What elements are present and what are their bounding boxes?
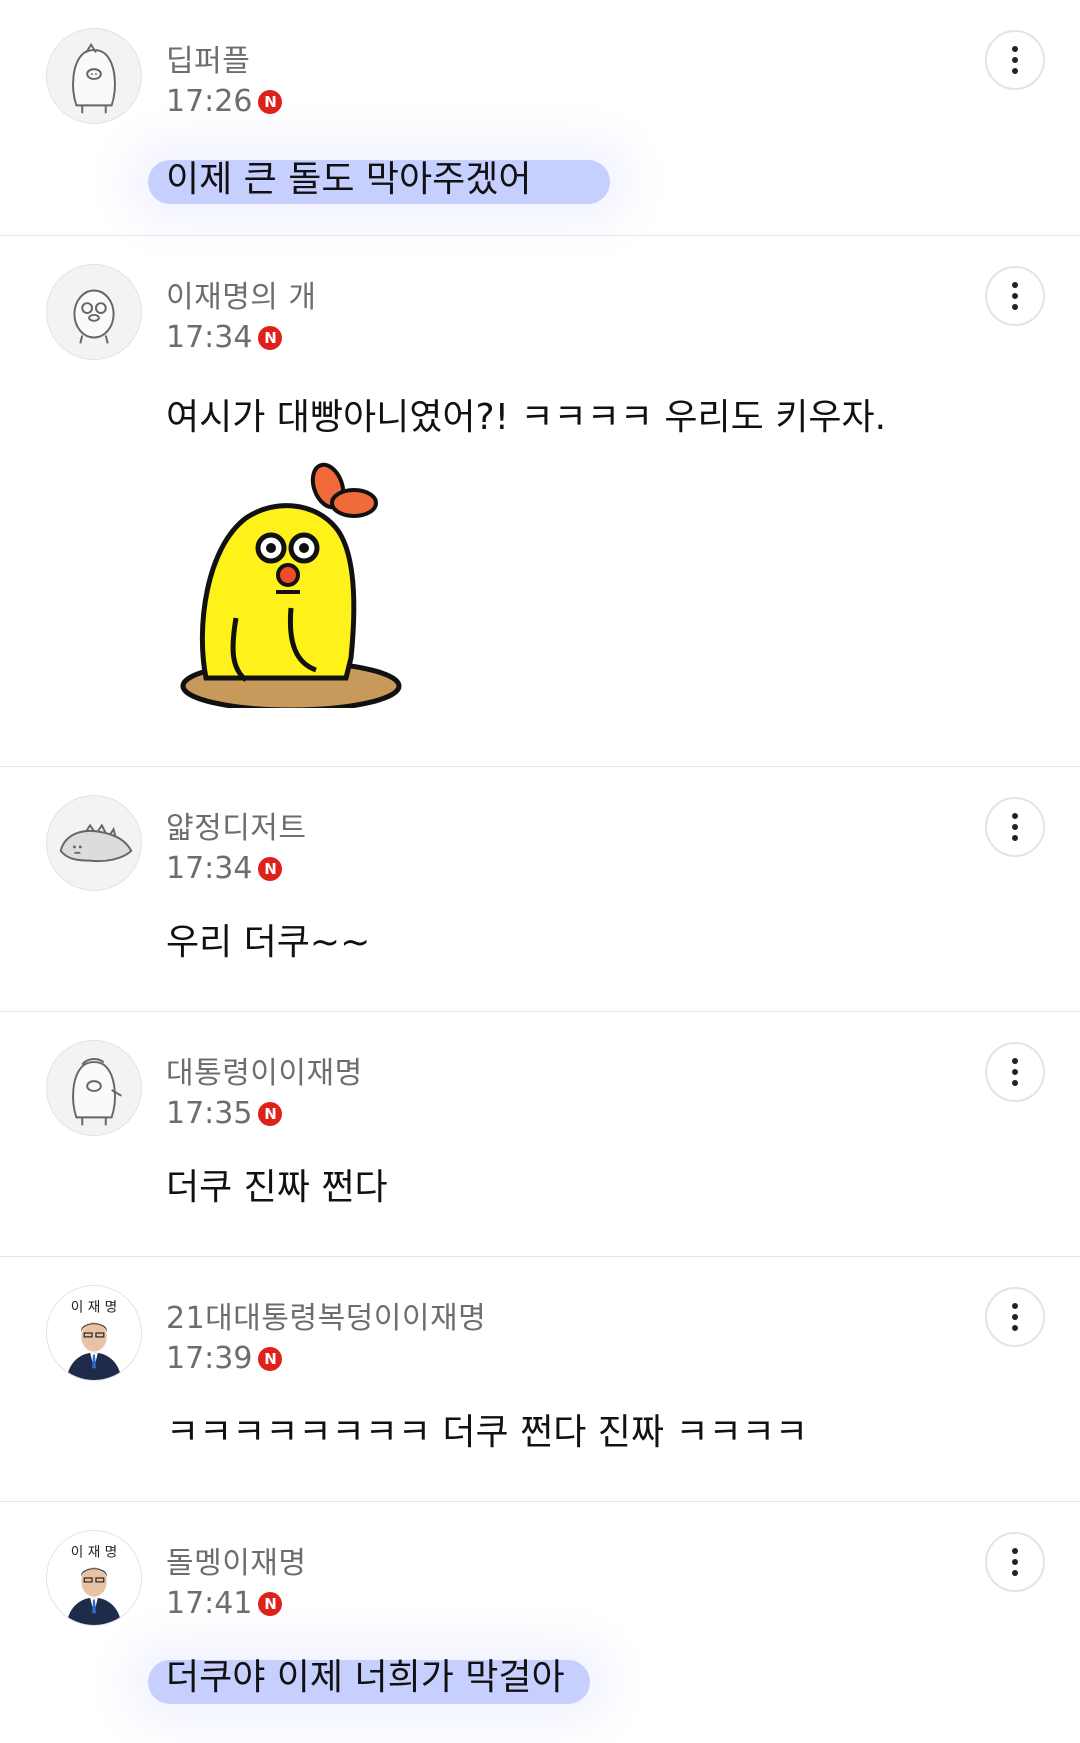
comment-item: 이재명의 개 17:34 N 여시가 대빵아니였어?! ㅋㅋㅋㅋ 우리도 키우자… xyxy=(0,236,1080,767)
comment-author[interactable]: 돌멩이재명 xyxy=(166,1538,307,1582)
new-badge: N xyxy=(258,89,283,114)
more-icon xyxy=(1012,1548,1018,1576)
comment-item: 얇정디저트 17:34 N 우리 더쿠~~ xyxy=(0,767,1080,1012)
comment-text: 여시가 대빵아니였어?! ㅋㅋㅋㅋ 우리도 키우자. xyxy=(166,397,887,438)
comment-author[interactable]: 얇정디저트 xyxy=(166,803,307,847)
politician-photo-avatar[interactable]: 이 재 명 xyxy=(46,1530,142,1626)
comment-item: 대통령이이재명 17:35 N 더쿠 진짜 쩐다 xyxy=(0,1012,1080,1257)
comment-meta: 17:34 N xyxy=(166,851,283,886)
more-icon xyxy=(1012,1058,1018,1086)
comment-time: 17:39 xyxy=(166,1341,253,1376)
comment-meta: 17:35 N xyxy=(166,1096,283,1131)
comment-author[interactable]: 딥퍼플 xyxy=(166,36,250,80)
more-options-button[interactable] xyxy=(985,30,1045,90)
more-options-button[interactable] xyxy=(985,1042,1045,1102)
comment-meta: 17:41 N xyxy=(166,1586,283,1621)
new-badge: N xyxy=(258,325,283,350)
comment-author[interactable]: 21대대통령복덩이이재명 xyxy=(166,1293,486,1337)
penguin-avatar-icon[interactable] xyxy=(46,1040,142,1136)
avatar-caption: 이 재 명 xyxy=(71,1299,117,1315)
more-options-button[interactable] xyxy=(985,797,1045,857)
comment-text: 더쿠야 이제 너희가 막걸아 xyxy=(166,1657,565,1698)
comment-text: 우리 더쿠~~ xyxy=(166,922,371,963)
more-options-button[interactable] xyxy=(985,1287,1045,1347)
comment-meta: 17:26 N xyxy=(166,84,283,119)
comment-item: 이 재 명 21대대통령복덩이이재명 17:39 N ㅋㅋㅋㅋㅋㅋㅋㅋ 더쿠 쩐… xyxy=(0,1257,1080,1502)
new-badge: N xyxy=(258,1101,283,1126)
politician-photo-avatar[interactable]: 이 재 명 xyxy=(46,1285,142,1381)
comment-time: 17:26 xyxy=(166,84,253,119)
avatar-caption: 이 재 명 xyxy=(71,1544,117,1560)
comment-text: 더쿠 진짜 쩐다 xyxy=(166,1167,388,1208)
comment-text: 이제 큰 돌도 막아주겠어 xyxy=(166,159,532,200)
more-icon xyxy=(1012,813,1018,841)
new-badge: N xyxy=(258,856,283,881)
more-icon xyxy=(1012,46,1018,74)
more-icon xyxy=(1012,1303,1018,1331)
comment-time: 17:34 xyxy=(166,320,253,355)
more-icon xyxy=(1012,282,1018,310)
comment-time: 17:35 xyxy=(166,1096,253,1131)
comment-text: ㅋㅋㅋㅋㅋㅋㅋㅋ 더쿠 쩐다 진짜 ㅋㅋㅋㅋ xyxy=(166,1412,808,1453)
yellow-chick-sticker xyxy=(180,462,402,708)
dinosaur-avatar-icon[interactable] xyxy=(46,795,142,891)
comment-item: 딥퍼플 17:26 N 이제 큰 돌도 막아주겠어 xyxy=(0,0,1080,236)
comment-author[interactable]: 이재명의 개 xyxy=(166,272,317,316)
more-options-button[interactable] xyxy=(985,266,1045,326)
penguin-avatar-icon[interactable] xyxy=(46,28,142,124)
more-options-button[interactable] xyxy=(985,1532,1045,1592)
comment-author[interactable]: 대통령이이재명 xyxy=(166,1048,363,1092)
comment-item: 이 재 명 돌멩이재명 17:41 N 더쿠야 이제 너희가 막걸아 xyxy=(0,1502,1080,1742)
comment-meta: 17:39 N xyxy=(166,1341,283,1376)
new-badge: N xyxy=(258,1346,283,1371)
comment-time: 17:41 xyxy=(166,1586,253,1621)
bird-avatar-icon[interactable] xyxy=(46,264,142,360)
comment-meta: 17:34 N xyxy=(166,320,283,355)
comment-time: 17:34 xyxy=(166,851,253,886)
new-badge: N xyxy=(258,1591,283,1616)
